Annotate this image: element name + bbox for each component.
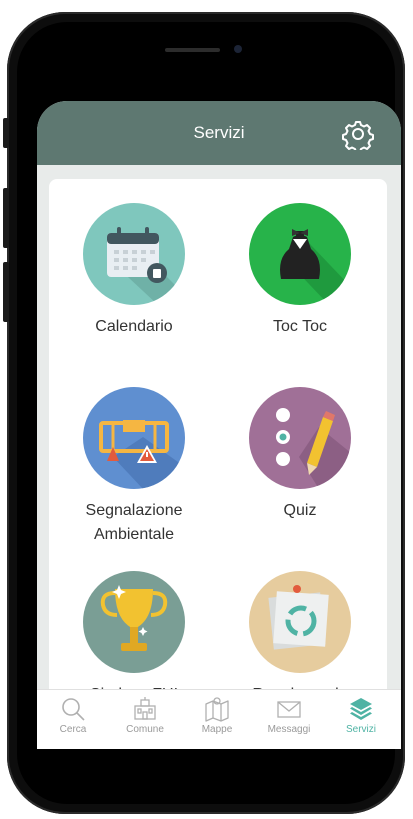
tab-cerca[interactable]: Cerca <box>37 696 109 735</box>
tab-label: Cerca <box>59 724 87 735</box>
services-grid: Calendario Toc Toc Segnalazione Ambienta… <box>49 179 387 749</box>
service-tile-calendario[interactable]: Calendario <box>59 203 209 339</box>
quiz-pencil-icon <box>249 387 351 489</box>
tab-mappe[interactable]: Mappe <box>181 696 253 735</box>
service-tile-toc-toc[interactable]: Toc Toc <box>225 203 375 339</box>
trash-bag-icon <box>249 203 351 305</box>
earpiece-speaker <box>165 48 220 52</box>
tab-label: Comune <box>126 724 164 735</box>
service-tile-quiz[interactable]: Quiz <box>225 387 375 523</box>
search-icon <box>62 698 85 721</box>
tile-label: Calendario <box>95 318 173 335</box>
layers-icon <box>350 698 372 720</box>
app-header: Servizi <box>37 101 401 165</box>
app-screen: Servizi Calendario Toc Toc Segnalazione … <box>37 101 401 749</box>
service-tile-segnalazione-ambientale[interactable]: Segnalazione Ambientale <box>59 387 209 547</box>
front-camera <box>234 45 242 53</box>
tile-label: Segnalazione Ambientale <box>85 502 183 543</box>
volume-down-button <box>3 262 9 322</box>
tile-label: Quiz <box>283 502 317 519</box>
tab-comune[interactable]: Comune <box>109 696 181 735</box>
tab-label: Mappe <box>201 724 233 735</box>
roadwork-barrier-icon <box>83 387 185 489</box>
tab-label: Messaggi <box>267 724 311 735</box>
volume-up-button <box>3 188 9 248</box>
trophy-icon <box>83 571 185 673</box>
mail-icon <box>277 701 301 718</box>
map-icon <box>205 697 229 722</box>
gear-icon[interactable] <box>342 118 374 150</box>
tab-label: Servizi <box>345 724 376 735</box>
tab-messaggi[interactable]: Messaggi <box>253 696 325 735</box>
tab-servizi[interactable]: Servizi <box>325 696 397 735</box>
tile-label: Toc Toc <box>273 318 327 335</box>
service-tile-regole[interactable]: Regole per la <box>225 571 375 707</box>
town-hall-icon <box>134 697 156 720</box>
service-tile-sindaco[interactable]: Sindaco FUI <box>59 571 209 707</box>
recycle-note-icon <box>249 571 351 673</box>
bottom-tab-bar: Cerca Comune Mappe Messaggi Servizi <box>37 689 401 749</box>
mute-switch <box>3 118 9 148</box>
calendar-icon <box>83 203 185 305</box>
